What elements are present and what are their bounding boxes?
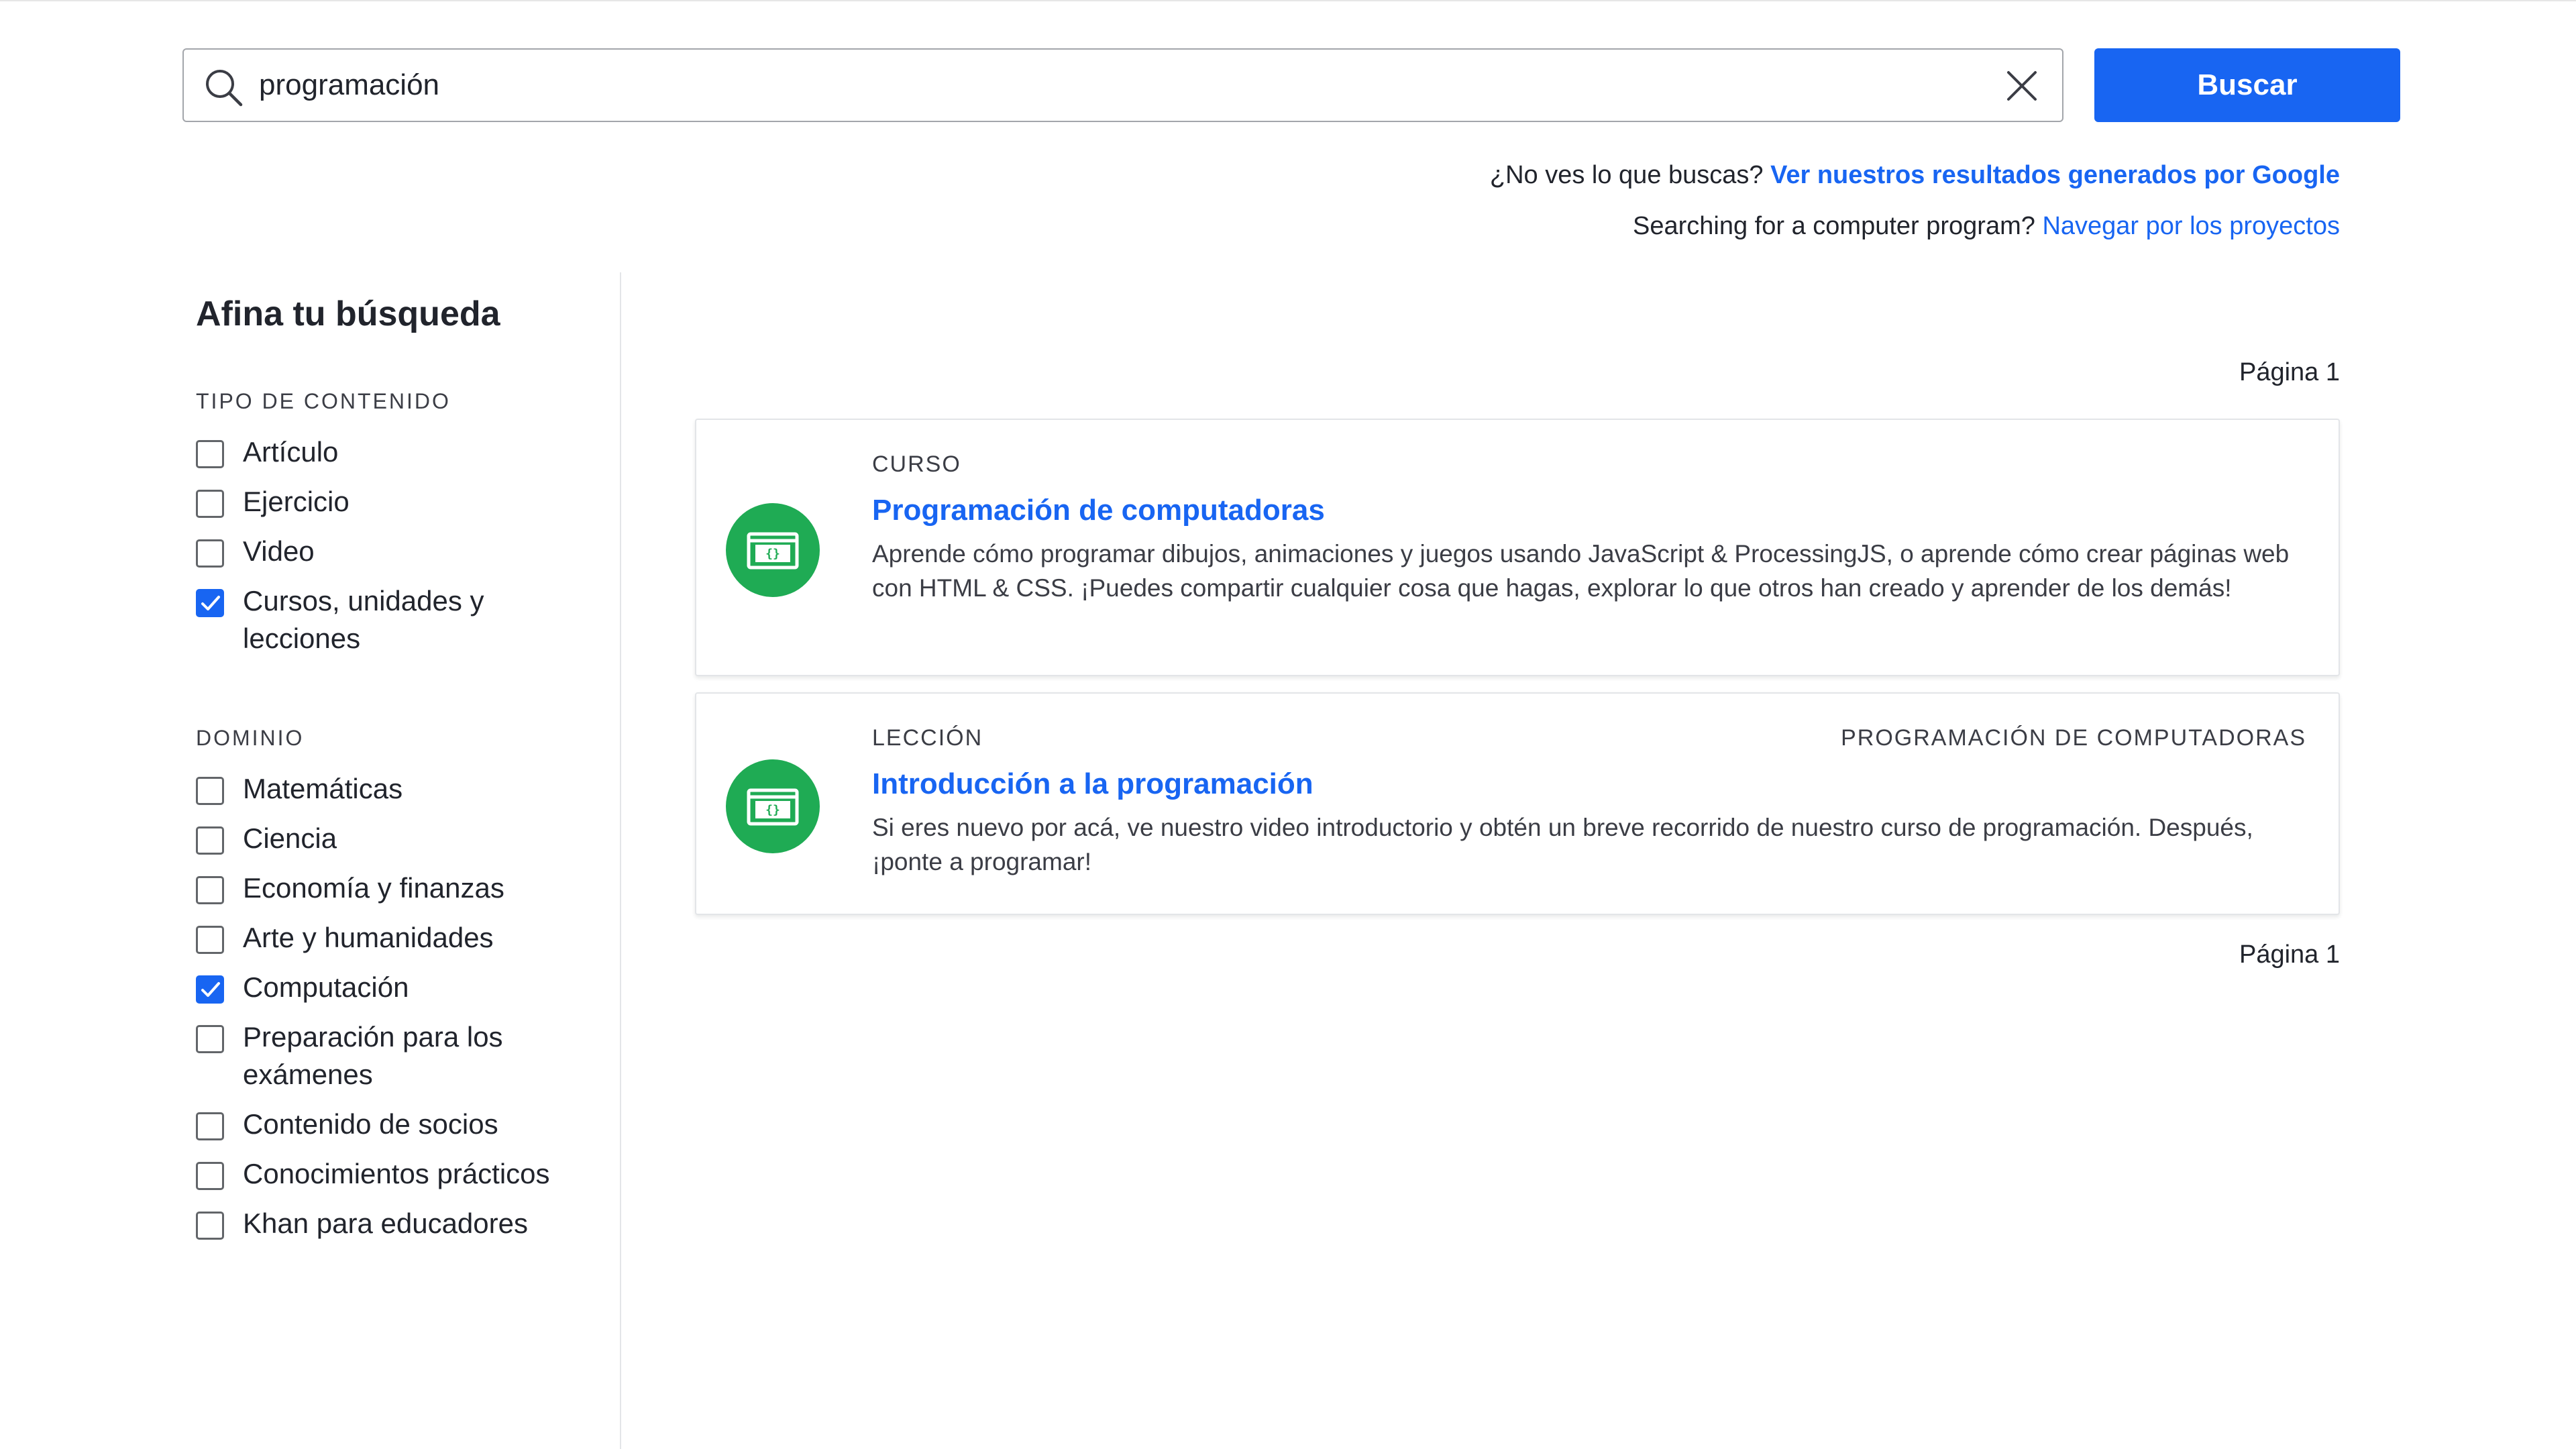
google-hint-text: ¿No ves lo que buscas? <box>1489 161 1764 189</box>
result-kind: CURSO <box>872 451 961 477</box>
search-button[interactable]: Buscar <box>2094 48 2400 122</box>
sidebar-divider <box>620 272 621 1449</box>
filter-articulo[interactable]: Artículo <box>196 433 598 471</box>
checkbox[interactable] <box>196 1162 224 1190</box>
sidebar-title: Afina tu búsqueda <box>196 294 500 333</box>
result-title-link[interactable]: Introducción a la programación <box>872 765 2306 804</box>
checkmark-icon <box>201 596 220 610</box>
checkbox[interactable] <box>196 1112 224 1140</box>
page-indicator-top: Página 1 <box>2239 358 2340 386</box>
search-page: Buscar ¿No ves lo que buscas? Ver nuestr… <box>0 0 2576 1449</box>
filter-ciencia[interactable]: Ciencia <box>196 820 598 857</box>
checkbox[interactable] <box>196 777 224 805</box>
page-indicator-bottom: Página 1 <box>2239 941 2340 969</box>
filter-label: Artículo <box>243 436 339 468</box>
filter-cursos-unidades-lecciones[interactable]: Cursos, unidades y lecciones <box>196 582 598 657</box>
checkmark-icon <box>201 982 220 997</box>
domain-filters: Matemáticas Ciencia Economía y finanzas … <box>196 770 598 1254</box>
filter-label: Computación <box>243 971 409 1003</box>
filter-label: Contenido de socios <box>243 1108 498 1140</box>
result-card[interactable]: {} LECCIÓN PROGRAMACIÓN DE COMPUTADORAS … <box>695 692 2340 915</box>
result-title-link[interactable]: Programación de computadoras <box>872 491 2306 530</box>
result-body: LECCIÓN PROGRAMACIÓN DE COMPUTADORAS Int… <box>872 723 2306 879</box>
filter-arte-humanidades[interactable]: Arte y humanidades <box>196 919 598 957</box>
filter-label: Preparación para los exámenes <box>243 1021 503 1090</box>
svg-text:{}: {} <box>765 803 780 817</box>
content-type-heading: TIPO DE CONTENIDO <box>196 389 451 413</box>
filter-conocimientos-practicos[interactable]: Conocimientos prácticos <box>196 1155 598 1193</box>
checkbox[interactable] <box>196 1025 224 1053</box>
result-description: Si eres nuevo por acá, ve nuestro video … <box>872 814 2253 875</box>
checkbox-checked[interactable] <box>196 975 224 1004</box>
search-box <box>182 48 2063 122</box>
filter-label: Ciencia <box>243 822 337 854</box>
svg-text:{}: {} <box>765 547 780 561</box>
filter-label: Khan para educadores <box>243 1208 528 1239</box>
checkbox[interactable] <box>196 826 224 855</box>
filter-preparacion-examenes[interactable]: Preparación para los exámenes <box>196 1018 598 1093</box>
filter-economia-finanzas[interactable]: Economía y finanzas <box>196 869 598 907</box>
checkbox[interactable] <box>196 440 224 468</box>
search-icon <box>206 70 243 107</box>
result-description: Aprende cómo programar dibujos, animacio… <box>872 540 2290 602</box>
checkbox[interactable] <box>196 539 224 568</box>
filter-label: Arte y humanidades <box>243 922 494 953</box>
filter-computacion[interactable]: Computación <box>196 969 598 1006</box>
checkbox[interactable] <box>196 490 224 518</box>
result-context: PROGRAMACIÓN DE COMPUTADORAS <box>1841 725 2306 751</box>
code-window-icon: {} <box>726 759 820 853</box>
checkbox[interactable] <box>196 926 224 954</box>
clear-icon[interactable] <box>2004 68 2039 103</box>
domain-heading: DOMINIO <box>196 726 305 750</box>
filter-video[interactable]: Video <box>196 533 598 570</box>
projects-hint-text: Searching for a computer program? <box>1633 212 2035 240</box>
result-body: CURSO Programación de computadoras Apren… <box>872 449 2306 605</box>
filter-label: Ejercicio <box>243 486 350 517</box>
filter-contenido-socios[interactable]: Contenido de socios <box>196 1106 598 1143</box>
code-window-icon: {} <box>726 503 820 597</box>
filter-label: Economía y finanzas <box>243 872 504 904</box>
google-results-hint: ¿No ves lo que buscas? Ver nuestros resu… <box>1490 161 2340 190</box>
filter-label: Video <box>243 535 315 567</box>
result-card[interactable]: {} CURSO Programación de computadoras Ap… <box>695 419 2340 676</box>
checkbox[interactable] <box>196 1212 224 1240</box>
checkbox[interactable] <box>196 876 224 904</box>
filter-matematicas[interactable]: Matemáticas <box>196 770 598 808</box>
filter-label: Cursos, unidades y lecciones <box>243 585 484 654</box>
google-results-link[interactable]: Ver nuestros resultados generados por Go… <box>1770 161 2340 189</box>
filter-khan-educadores[interactable]: Khan para educadores <box>196 1205 598 1242</box>
filter-label: Conocimientos prácticos <box>243 1158 550 1189</box>
filter-label: Matemáticas <box>243 773 403 804</box>
filter-ejercicio[interactable]: Ejercicio <box>196 483 598 521</box>
content-type-filters: Artículo Ejercicio Video Cursos, unidade… <box>196 433 598 669</box>
browse-projects-link[interactable]: Navegar por los proyectos <box>2042 212 2340 240</box>
checkbox-checked[interactable] <box>196 589 224 617</box>
projects-hint: Searching for a computer program? Navega… <box>1633 212 2340 241</box>
search-input[interactable] <box>259 58 1956 113</box>
